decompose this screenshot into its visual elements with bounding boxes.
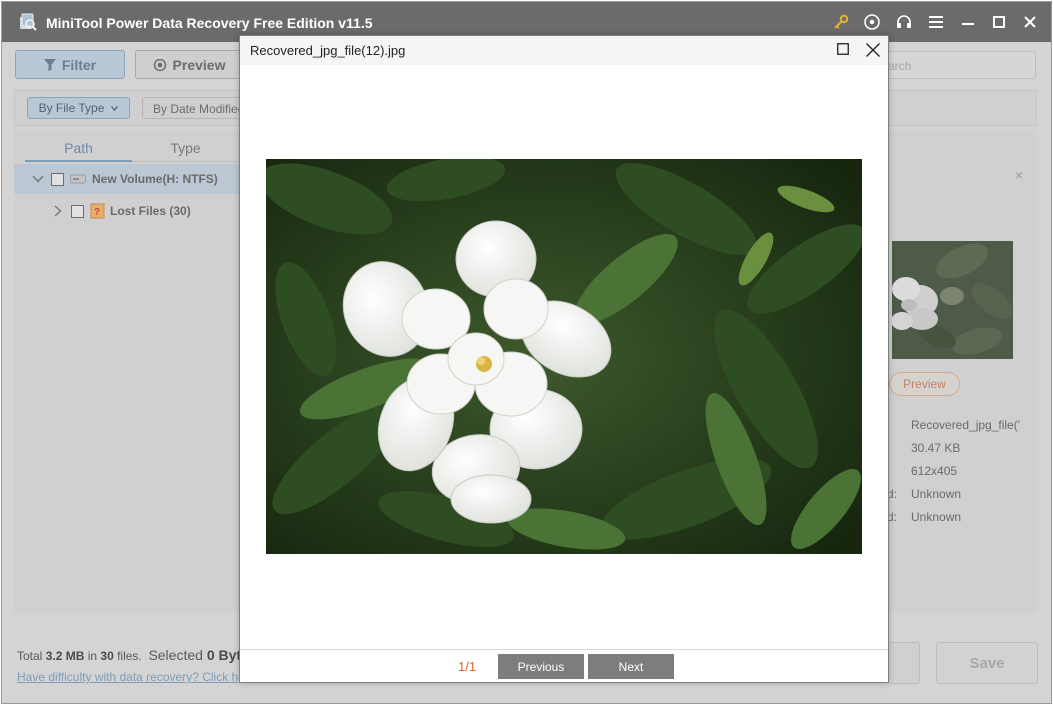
disc-icon[interactable] [862, 12, 882, 32]
svg-text:?: ? [94, 207, 100, 218]
drive-icon [70, 174, 86, 184]
eye-icon [153, 58, 166, 71]
funnel-icon [43, 58, 56, 71]
total-count: 30 [100, 649, 114, 663]
detail-modified-row: d: Unknown [887, 510, 1037, 528]
tree-item-label: Lost Files (30) [110, 204, 191, 218]
next-button[interactable]: Next [588, 654, 674, 679]
close-icon[interactable] [865, 42, 881, 58]
total-suffix: files. [113, 649, 142, 663]
detail-dimensions-row: 612x405 [887, 464, 1037, 482]
detail-filename-row: Recovered_jpg_file(' [887, 418, 1037, 436]
save-button[interactable]: Save [936, 642, 1038, 684]
tree-checkbox[interactable] [71, 204, 84, 218]
tree-item-new-volume[interactable]: New Volume(H: NTFS) [14, 164, 242, 194]
close-icon[interactable] [1020, 12, 1040, 32]
status-summary: Total 3.2 MB in 30 files. Selected 0 Byt [17, 647, 241, 663]
previous-button[interactable]: Previous [498, 654, 584, 679]
close-icon[interactable]: × [1012, 168, 1026, 182]
by-file-type-dropdown[interactable]: By File Type [27, 97, 130, 119]
selected-value: 0 Byt [206, 647, 242, 663]
selected-prefix: Selected [148, 647, 207, 663]
by-file-type-label: By File Type [38, 101, 105, 115]
path-tree-panel: Path Type New Volume(H: NTFS) ? Lost Fil… [14, 130, 242, 613]
image-preview-dialog: Recovered_jpg_file(12).jpg 1/1 Previous … [239, 35, 889, 683]
app-logo-icon [17, 12, 37, 32]
details-panel: × Preview Recovered_jpg_file(' 30.47 KB … [887, 130, 1037, 613]
chevron-down-icon [111, 105, 119, 111]
lost-folder-icon: ? [90, 203, 105, 219]
detail-filename: Recovered_jpg_file(' [911, 418, 1021, 432]
help-link[interactable]: Have difficulty with data recovery? Clic… [17, 670, 238, 684]
total-mid: in [84, 649, 101, 663]
preview-image [266, 159, 862, 554]
maximize-icon[interactable] [989, 12, 1009, 32]
chevron-right-icon[interactable] [52, 205, 64, 217]
back-button[interactable] [890, 642, 920, 684]
preview-thumbnail [892, 241, 1013, 359]
filter-button[interactable]: Filter [15, 50, 125, 79]
filter-button-label: Filter [61, 56, 97, 73]
dialog-footer: 1/1 Previous Next [240, 649, 888, 682]
total-size: 3.2 MB [45, 649, 85, 663]
tree-item-label: New Volume(H: NTFS) [92, 172, 218, 186]
maximize-icon[interactable] [837, 43, 849, 55]
dialog-header: Recovered_jpg_file(12).jpg [240, 36, 888, 65]
chevron-down-icon[interactable] [32, 173, 44, 185]
total-prefix: Total [17, 649, 46, 663]
key-icon[interactable] [831, 12, 851, 32]
search-input[interactable]: arch [887, 51, 1036, 79]
menu-icon[interactable] [926, 12, 946, 32]
page-indicator: 1/1 [458, 659, 477, 674]
preview-button-label: Preview [172, 56, 226, 73]
minimize-icon[interactable] [958, 12, 978, 32]
tree-item-lost-files[interactable]: ? Lost Files (30) [14, 196, 242, 226]
detail-modified: Unknown [911, 510, 962, 524]
by-date-modified-dropdown[interactable]: By Date Modified [142, 97, 244, 119]
tree-checkbox[interactable] [51, 172, 64, 186]
tab-path[interactable]: Path [25, 138, 132, 162]
details-preview-button[interactable]: Preview [889, 372, 960, 396]
detail-created-row: d: Unknown [887, 487, 1037, 505]
app-title: MiniTool Power Data Recovery Free Editio… [46, 15, 373, 31]
detail-size: 30.47 KB [911, 441, 961, 455]
detail-dimensions: 612x405 [911, 464, 958, 478]
detail-created: Unknown [911, 487, 962, 501]
detail-size-row: 30.47 KB [887, 441, 1037, 459]
tab-type[interactable]: Type [132, 138, 239, 162]
dialog-title: Recovered_jpg_file(12).jpg [250, 43, 406, 58]
headset-icon[interactable] [894, 12, 914, 32]
preview-button[interactable]: Preview [135, 50, 243, 79]
